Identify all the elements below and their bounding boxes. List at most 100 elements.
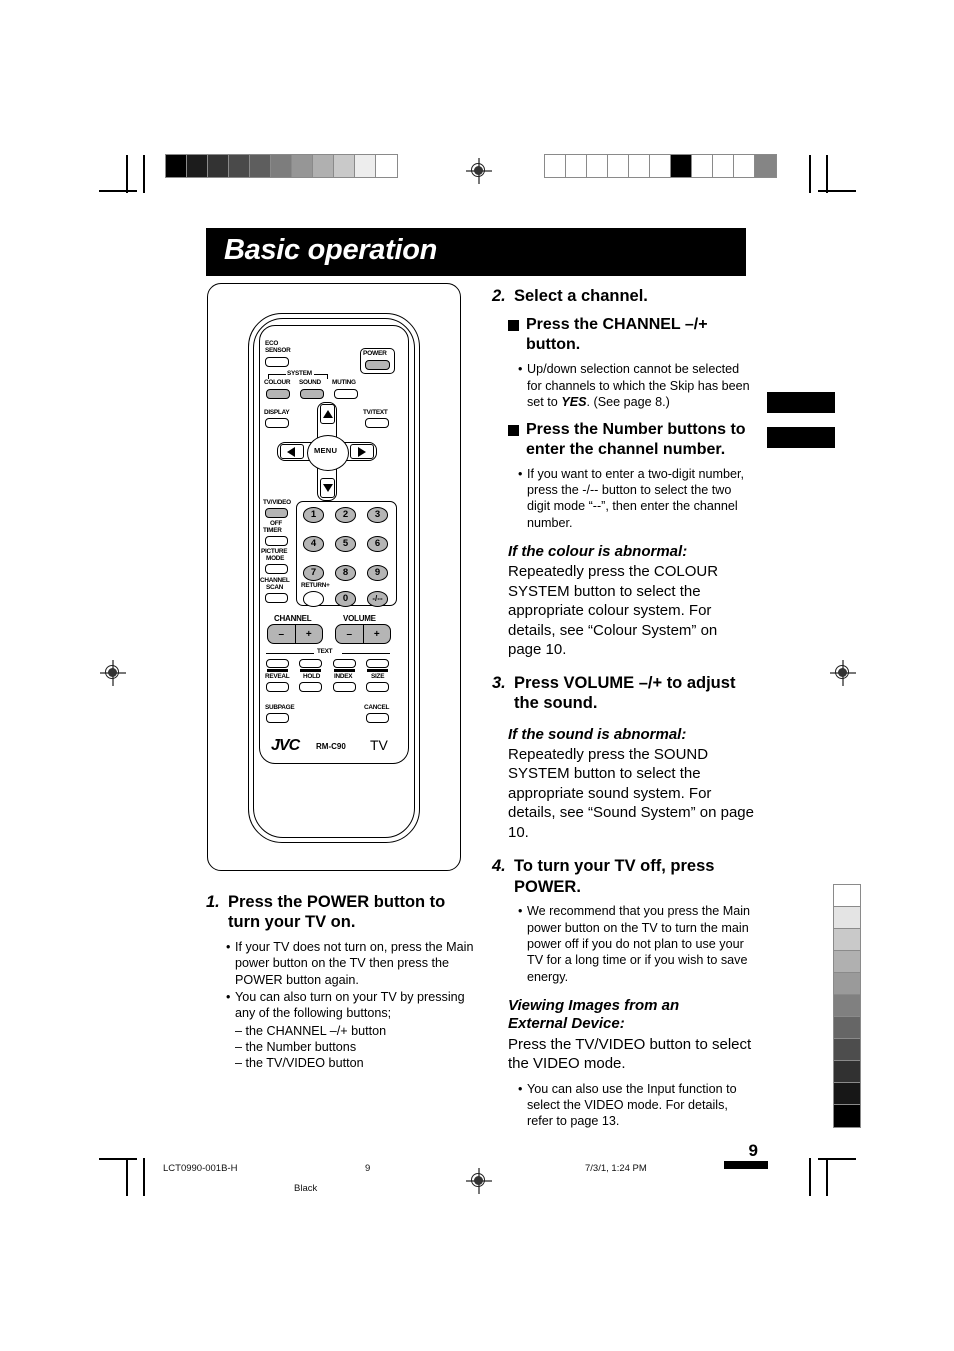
bullet-dot-icon: • <box>518 362 523 377</box>
power-label: POWER <box>363 350 387 357</box>
step-1-heading: Press the POWER button to turn your TV o… <box>228 893 446 932</box>
step-3-heading: Press VOLUME –/+ to adjust the sound. <box>514 673 736 713</box>
subpage-button[interactable] <box>266 713 289 723</box>
display-button[interactable] <box>265 418 289 428</box>
sub1-bullet-tail: . (See page 8.) <box>586 395 670 410</box>
text-colour-bar-3 <box>334 669 355 672</box>
external-note-body: Press the TV/VIDEO button to select the … <box>508 1035 752 1073</box>
channel-minus-button[interactable]: – <box>268 625 296 643</box>
calibration-swatch <box>834 885 860 907</box>
calibration-swatch <box>755 155 776 177</box>
text-colour-button-3[interactable] <box>333 659 356 668</box>
muting-button[interactable] <box>334 389 358 399</box>
registration-target-left <box>100 660 126 686</box>
square-bullet-icon <box>508 320 519 332</box>
calibration-swatch <box>671 155 692 177</box>
step-1-bullet-2: • You can also turn on your TV by pressin… <box>226 989 465 1021</box>
bullet-dot-icon: • <box>226 989 231 1004</box>
index-button[interactable] <box>333 682 356 692</box>
remote-model-label: RM-C90 <box>316 742 346 751</box>
channel-rocker[interactable]: – + <box>267 624 323 644</box>
text-section-label: TEXT <box>317 648 333 655</box>
size-button[interactable] <box>366 682 389 692</box>
calibration-swatch <box>834 1039 860 1061</box>
bullet-dot-icon: • <box>518 466 523 481</box>
off-timer-label-line2: TIMER <box>263 527 282 534</box>
crop-mark-br-h <box>818 1158 856 1160</box>
step-2-sub1-text: Press the CHANNEL –/+ button. <box>526 316 708 354</box>
calibration-swatch <box>834 951 860 973</box>
external-note-bullets: • You can also use the Input function to … <box>518 1081 754 1130</box>
system-bracket-line-right <box>314 374 328 376</box>
cancel-button[interactable] <box>366 713 389 723</box>
text-colour-bar-1 <box>267 669 288 672</box>
tvvideo-button[interactable] <box>265 508 288 518</box>
tvtext-button[interactable] <box>365 418 389 428</box>
off-timer-button[interactable] <box>265 536 288 546</box>
reveal-button[interactable] <box>266 682 289 692</box>
calibration-strip-right <box>833 884 861 1128</box>
volume-plus-button[interactable]: + <box>364 625 391 643</box>
volume-rocker-label: VOLUME <box>343 614 376 623</box>
power-button[interactable] <box>365 360 390 370</box>
channel-plus-button[interactable]: + <box>296 625 323 643</box>
arrow-up-icon <box>322 410 333 418</box>
step-2-number: 2. <box>492 287 506 305</box>
calibration-swatch <box>834 1083 860 1105</box>
number-button-1[interactable]: 1 <box>303 507 324 523</box>
calibration-strip-top-right <box>544 154 777 178</box>
number-button-3[interactable]: 3 <box>367 507 388 523</box>
volume-rocker[interactable]: – + <box>335 624 391 644</box>
crop-mark-tr-v <box>826 155 828 193</box>
tvvideo-label: TV/VIDEO <box>263 499 291 506</box>
system-bracket-tick-right <box>327 374 329 379</box>
return-button[interactable] <box>303 591 324 607</box>
calibration-swatch <box>650 155 671 177</box>
calibration-swatch <box>834 929 860 951</box>
step-4: 4. To turn your TV off, press POWER. <box>492 856 754 897</box>
colour-note-body: Repeatedly press the COLOUR SYSTEM butto… <box>508 563 719 659</box>
step-1-subitem-1: – the CHANNEL –/+ button <box>235 1023 387 1038</box>
calibration-swatch <box>713 155 734 177</box>
crop-mark-tl-v <box>126 155 128 193</box>
text-colour-button-1[interactable] <box>266 659 289 668</box>
crop-mark-tl-h <box>99 190 137 192</box>
two-digit-button[interactable]: -/-- <box>367 591 388 607</box>
hold-label: HOLD <box>303 673 321 680</box>
hold-button[interactable] <box>299 682 322 692</box>
eco-sensor-button[interactable] <box>265 357 289 367</box>
number-button-6[interactable]: 6 <box>367 536 388 552</box>
sound-note-body: Repeatedly press the SOUND SYSTEM button… <box>508 745 754 841</box>
calibration-swatch <box>629 155 650 177</box>
sound-system-button[interactable] <box>300 389 324 399</box>
number-button-5[interactable]: 5 <box>335 536 356 552</box>
calibration-swatch <box>587 155 608 177</box>
sound-label: SOUND <box>299 379 321 386</box>
text-colour-button-4[interactable] <box>366 659 389 668</box>
calibration-swatch <box>834 1017 860 1039</box>
number-button-2[interactable]: 2 <box>335 507 356 523</box>
calibration-swatch <box>734 155 755 177</box>
arrow-left-icon <box>287 446 295 457</box>
number-button-4[interactable]: 4 <box>303 536 324 552</box>
number-button-7[interactable]: 7 <box>303 565 324 581</box>
bullet-dot-icon: • <box>518 904 523 919</box>
footer-doc-code: LCT0990-001B-H <box>163 1163 238 1174</box>
external-note-bullet: • You can also use the Input function to … <box>518 1081 737 1129</box>
text-colour-button-2[interactable] <box>299 659 322 668</box>
picture-mode-button[interactable] <box>265 564 288 574</box>
colour-system-button[interactable] <box>266 389 290 399</box>
tvtext-label: TV/TEXT <box>363 409 388 416</box>
channel-scan-button[interactable] <box>265 593 288 603</box>
step-2-sub1-bullets: • Up/down selection cannot be selected f… <box>518 361 754 410</box>
number-button-9[interactable]: 9 <box>367 565 388 581</box>
calibration-swatch <box>692 155 713 177</box>
size-label: SIZE <box>371 673 385 680</box>
external-note-heading-line2: External Device: <box>508 1015 625 1033</box>
number-button-0[interactable]: 0 <box>335 591 356 607</box>
step-4-bullet: • We recommend that you press the Main po… <box>518 904 751 984</box>
number-button-8[interactable]: 8 <box>335 565 356 581</box>
footer-plate: Black <box>294 1183 318 1194</box>
registration-bar-upper <box>767 392 835 413</box>
volume-minus-button[interactable]: – <box>336 625 364 643</box>
